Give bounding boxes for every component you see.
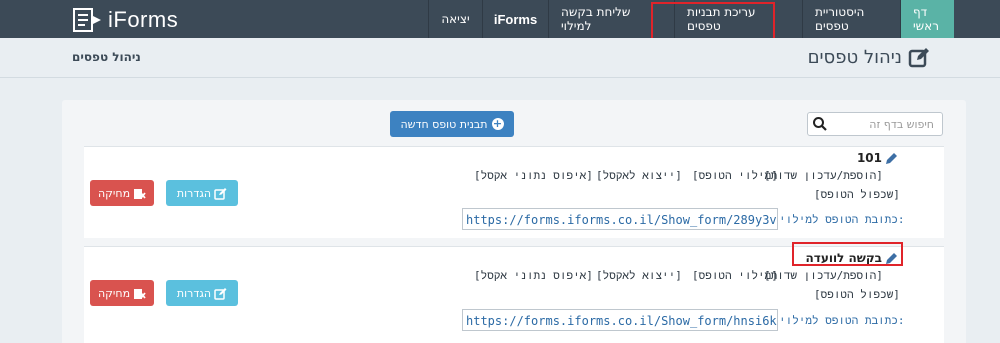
page-title: ניהול טפסים [807, 46, 902, 68]
page-header: ניהול טפסים ניהול טפסים [0, 38, 1000, 78]
new-template-label: תבנית טופס חדשה [400, 117, 488, 131]
delete-x-icon [134, 288, 146, 299]
delete-x-icon [134, 188, 146, 199]
delete-button[interactable]: מחיקה [90, 180, 154, 206]
reset-excel-link[interactable]: [איפוס נתוני אקסל] [474, 269, 593, 283]
nav-send-request[interactable]: שליחת בקשה למילוי [548, 0, 674, 38]
top-navbar: iForms יציאה iForms שליחת בקשה למילוי ער… [0, 0, 1000, 38]
edit-square-icon [908, 48, 929, 68]
nav-edit-templates[interactable]: עריכת תבניות טפסים [674, 0, 802, 38]
edit-square-icon [214, 287, 227, 300]
add-fields-link[interactable]: [הוספת/עדכון שדות] [764, 169, 883, 183]
settings-button[interactable]: הגדרות [166, 280, 238, 306]
form-title[interactable]: 101 [857, 151, 898, 165]
fill-form-link[interactable]: [מילוי הטופס] [692, 169, 778, 183]
export-excel-link[interactable]: [ייצוא לאקסל] [596, 169, 682, 183]
settings-label: הגדרות [176, 286, 212, 300]
add-fields-link[interactable]: [הוספת/עדכון שדות] [764, 269, 883, 283]
duplicate-form-link[interactable]: [שכפול הטופס] [814, 188, 900, 202]
search-icon[interactable] [812, 116, 828, 132]
form-url-label: כתובת הטופס למילוי: [779, 213, 905, 226]
form-url-input[interactable] [463, 210, 777, 229]
document-logo-icon [73, 8, 101, 32]
settings-button[interactable]: הגדרות [166, 180, 238, 206]
search-box [807, 112, 943, 136]
export-excel-link[interactable]: [ייצוא לאקסל] [596, 269, 682, 283]
nav-logout[interactable]: יציאה [428, 0, 482, 38]
form-url-box [462, 309, 778, 331]
main-nav: יציאה iForms שליחת בקשה למילוי עריכת תבנ… [428, 0, 954, 38]
form-title-text: בקשה לוועדה [805, 251, 882, 265]
reset-excel-link[interactable]: [איפוס נתוני אקסל] [474, 169, 593, 183]
nav-home[interactable]: דף ראשי [900, 0, 954, 38]
delete-button[interactable]: מחיקה [90, 280, 154, 306]
delete-label: מחיקה [97, 286, 131, 300]
form-url-input[interactable] [463, 311, 777, 330]
pencil-icon[interactable] [885, 252, 898, 265]
brand-logo[interactable]: iForms [72, 6, 178, 34]
delete-label: מחיקה [97, 186, 131, 200]
form-url-box [462, 208, 778, 230]
page-title-wrap: ניהול טפסים [808, 46, 930, 68]
nav-history[interactable]: היסטוריית טפסים [802, 0, 900, 38]
edit-square-icon [214, 187, 227, 200]
form-title-text: 101 [856, 151, 882, 165]
form-title[interactable]: בקשה לוועדה [806, 251, 898, 265]
form-row: 101 [הוספת/עדכון שדות] [מילוי הטופס] [יי… [84, 146, 944, 238]
settings-label: הגדרות [176, 186, 212, 200]
new-template-button[interactable]: תבנית טופס חדשה + [390, 111, 514, 137]
nav-iforms[interactable]: iForms [482, 0, 548, 38]
form-url-label: כתובת הטופס למילוי: [779, 314, 905, 327]
search-input[interactable] [828, 117, 938, 131]
plus-circle-icon: + [491, 117, 504, 130]
fill-form-link[interactable]: [מילוי הטופס] [692, 269, 778, 283]
brand-name: iForms [108, 7, 179, 32]
form-row: בקשה לוועדה [הוספת/עדכון שדות] [מילוי הט… [84, 246, 944, 343]
breadcrumb: ניהול טפסים [72, 50, 141, 64]
pencil-icon[interactable] [885, 152, 898, 165]
duplicate-form-link[interactable]: [שכפול הטופס] [814, 288, 900, 302]
